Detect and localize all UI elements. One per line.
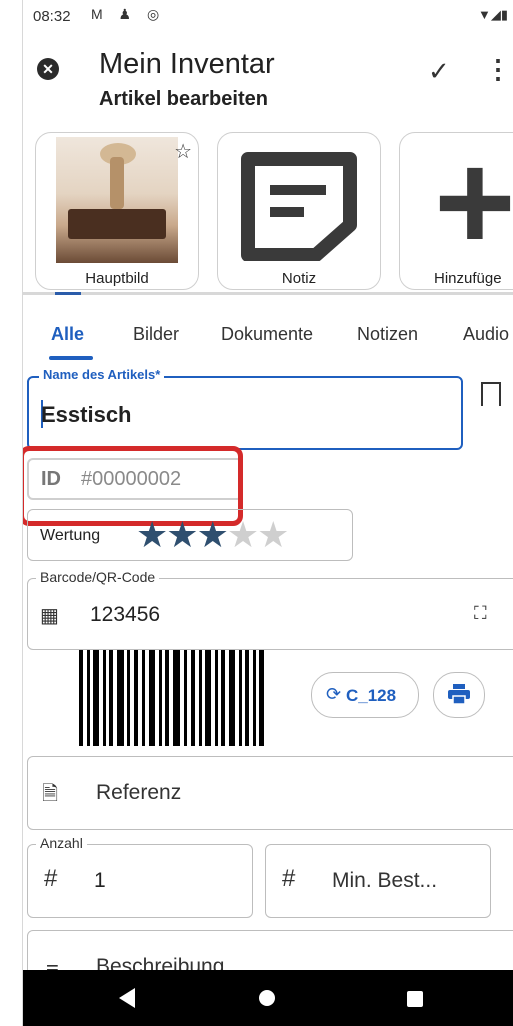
number-icon: # — [282, 865, 296, 892]
barcode-bar — [184, 650, 187, 746]
barcode-field[interactable]: Barcode/QR-Code ▦ 123456 ⛶ — [27, 569, 513, 650]
more-options-icon[interactable]: ⋮ — [485, 54, 511, 85]
qr-code-icon: ▦ — [40, 605, 59, 627]
barcode-image — [79, 650, 269, 746]
barcode-format-button[interactable]: ⟳ C_128 — [311, 672, 419, 718]
barcode-bar — [127, 650, 130, 746]
barcode-label: Barcode/QR-Code — [36, 569, 160, 585]
tab-audio[interactable]: Audio — [463, 324, 509, 345]
barcode-bar — [93, 650, 99, 746]
quantity-value[interactable]: 1 — [94, 869, 106, 893]
system-nav-bar — [23, 970, 513, 1026]
thumbnail-label: Notiz — [281, 270, 317, 287]
barcode-bar — [103, 650, 106, 746]
star-icon[interactable]: ★ — [227, 514, 259, 555]
dining-table-photo — [56, 137, 178, 263]
favorite-star-icon[interactable]: ☆ — [174, 139, 192, 164]
barcode-bar — [191, 650, 195, 746]
save-check-icon[interactable]: ✓ — [428, 56, 450, 87]
horizontal-scrollbar[interactable] — [23, 292, 513, 295]
barcode-bar — [173, 650, 180, 746]
scan-icon[interactable]: ⛶ — [474, 603, 487, 624]
thumbnail-label: Hauptbild — [85, 270, 149, 287]
star-icon[interactable]: ★ — [197, 514, 229, 555]
min-stock-field[interactable]: # Min. Best... — [265, 844, 491, 918]
barcode-bar — [149, 650, 155, 746]
active-tab-indicator — [49, 356, 93, 360]
reference-info-icon: 🗎 — [42, 783, 59, 805]
barcode-bar — [239, 650, 242, 746]
number-icon: # — [44, 865, 58, 892]
rating-stars[interactable]: ★★★★★ — [136, 514, 289, 556]
barcode-bar — [245, 650, 249, 746]
photo-vase — [110, 157, 124, 209]
barcode-bar — [134, 650, 138, 746]
barcode-bar — [87, 650, 90, 746]
barcode-bar — [215, 650, 218, 746]
tab-bar: Alle Bilder Dokumente Notizen Audio — [23, 312, 513, 362]
attachment-strip: ☆ Hauptbild Notiz + Hinzufüge — [23, 128, 513, 296]
barcode-bar — [117, 650, 124, 746]
barcode-value[interactable]: 123456 — [90, 603, 160, 627]
system-icons: ▼◢▮ — [477, 7, 508, 22]
barcode-format-label: C_128 — [346, 686, 397, 705]
reference-placeholder: Referenz — [96, 781, 182, 804]
thumbnail-add[interactable]: + Hinzufüge — [399, 132, 513, 290]
app-frame: 08:32 M ♟ ◎ ▼◢▮ ✕ Mein Inventar Artikel … — [22, 0, 513, 1026]
barcode-bar — [205, 650, 211, 746]
status-bar: 08:32 M ♟ ◎ ▼◢▮ — [23, 0, 513, 30]
min-stock-placeholder: Min. Best... — [332, 869, 438, 892]
refresh-icon: ⟳ — [326, 684, 342, 704]
notification-icons: M ♟ ◎ — [91, 6, 166, 22]
home-icon[interactable] — [259, 990, 275, 1006]
barcode-bar — [79, 650, 83, 746]
recents-icon[interactable] — [407, 991, 423, 1007]
item-name-label: Name des Artikels* — [39, 367, 165, 382]
item-name-field[interactable]: Name des Artikels* Esstisch — [27, 367, 463, 450]
add-icon: + — [434, 132, 513, 280]
scrollbar-thumb[interactable] — [55, 292, 81, 295]
barcode-bar — [259, 650, 264, 746]
barcode-bar — [109, 650, 113, 746]
thumbnail-label: Hinzufüge — [434, 270, 502, 287]
barcode-bar — [229, 650, 235, 746]
barcode-bar — [199, 650, 202, 746]
close-icon[interactable]: ✕ — [37, 58, 59, 80]
rating-field[interactable]: Wertung ★★★★★ — [27, 509, 353, 561]
thumbnail-note[interactable]: Notiz — [217, 132, 381, 290]
barcode-bar — [159, 650, 162, 746]
item-name-value[interactable]: Esstisch — [41, 402, 132, 428]
star-icon[interactable]: ★ — [257, 514, 289, 555]
tab-notes[interactable]: Notizen — [357, 324, 418, 345]
back-icon[interactable] — [119, 988, 135, 1008]
app-title: Mein Inventar — [99, 48, 275, 80]
note-icon — [241, 152, 357, 261]
barcode-bar — [253, 650, 256, 746]
page-subtitle: Artikel bearbeiten — [99, 88, 268, 110]
tab-images[interactable]: Bilder — [133, 324, 179, 345]
bookmark-icon[interactable] — [481, 382, 501, 414]
tab-documents[interactable]: Dokumente — [221, 324, 313, 345]
photo-table — [68, 209, 166, 239]
star-icon[interactable]: ★ — [166, 514, 198, 555]
thumbnail-main-image[interactable]: ☆ Hauptbild — [35, 132, 199, 290]
quantity-label: Anzahl — [36, 835, 87, 851]
rating-label: Wertung — [40, 527, 101, 544]
barcode-bar — [165, 650, 169, 746]
star-icon[interactable]: ★ — [136, 514, 168, 555]
barcode-bar — [221, 650, 225, 746]
barcode-bar — [142, 650, 145, 746]
quantity-field[interactable]: Anzahl # 1 — [27, 835, 253, 918]
tab-all[interactable]: Alle — [51, 324, 84, 345]
status-time: 08:32 — [33, 8, 71, 25]
print-icon — [448, 684, 470, 704]
app-bar: ✕ Mein Inventar Artikel bearbeiten ✓ ⋮ — [23, 30, 513, 120]
reference-field[interactable]: 🗎 Referenz — [27, 756, 513, 830]
print-button[interactable] — [433, 672, 485, 718]
